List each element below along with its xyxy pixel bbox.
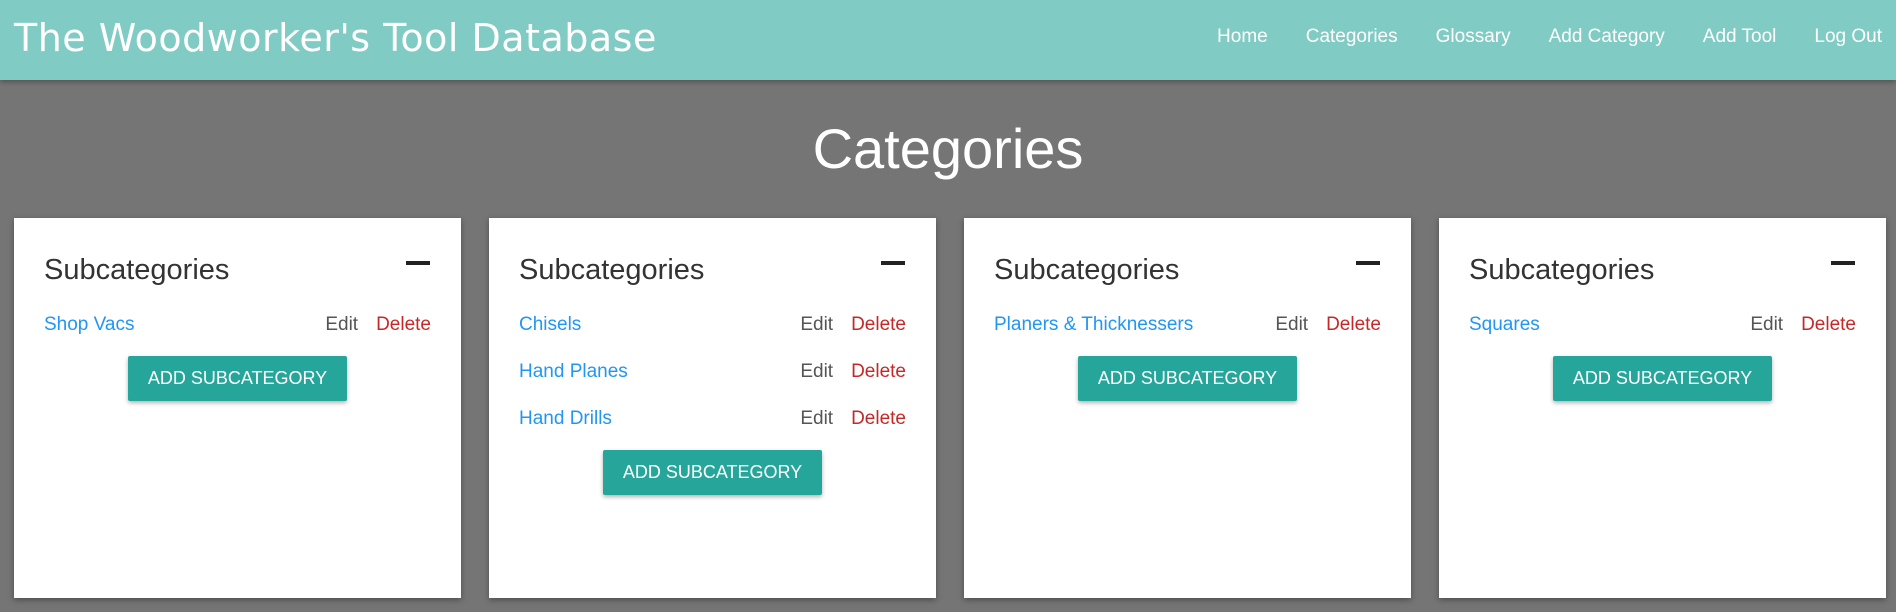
- subcategory-row: Planers & Thicknessers Edit Delete: [994, 301, 1381, 348]
- category-card: Subcategories Chisels Edit Delete Hand P…: [489, 218, 936, 598]
- subcategory-link[interactable]: Shop Vacs: [44, 314, 325, 336]
- card-title: Subcategories: [1469, 254, 1655, 286]
- delete-link[interactable]: Delete: [1326, 314, 1381, 336]
- edit-link[interactable]: Edit: [1275, 314, 1308, 336]
- card-title: Subcategories: [519, 254, 705, 286]
- minus-icon[interactable]: [881, 261, 905, 265]
- nav-glossary[interactable]: Glossary: [1436, 26, 1511, 48]
- edit-link[interactable]: Edit: [1750, 314, 1783, 336]
- subcategory-link[interactable]: Planers & Thicknessers: [994, 314, 1275, 336]
- delete-link[interactable]: Delete: [376, 314, 431, 336]
- subcategory-row: Hand Drills Edit Delete: [519, 395, 906, 442]
- subcategory-row: Hand Planes Edit Delete: [519, 348, 906, 395]
- delete-link[interactable]: Delete: [851, 408, 906, 430]
- add-subcategory-button[interactable]: ADD SUBCATEGORY: [1077, 356, 1298, 401]
- category-card: Subcategories Shop Vacs Edit Delete ADD …: [14, 218, 461, 598]
- subcategory-link[interactable]: Hand Planes: [519, 361, 800, 383]
- subcategory-list: Shop Vacs Edit Delete: [44, 301, 431, 348]
- edit-link[interactable]: Edit: [325, 314, 358, 336]
- minus-icon[interactable]: [1831, 261, 1855, 265]
- subcategory-row: Chisels Edit Delete: [519, 301, 906, 348]
- nav-log-out[interactable]: Log Out: [1814, 26, 1882, 48]
- subcategory-list: Planers & Thicknessers Edit Delete: [994, 301, 1381, 348]
- nav-links: Home Categories Glossary Add Category Ad…: [1179, 26, 1882, 48]
- edit-link[interactable]: Edit: [800, 361, 833, 383]
- nav-home[interactable]: Home: [1217, 26, 1268, 48]
- delete-link[interactable]: Delete: [851, 314, 906, 336]
- category-card: Subcategories Squares Edit Delete ADD SU…: [1439, 218, 1886, 598]
- card-title: Subcategories: [44, 254, 230, 286]
- subcategory-list: Chisels Edit Delete Hand Planes Edit Del…: [519, 301, 906, 442]
- card-list: Subcategories Shop Vacs Edit Delete ADD …: [14, 218, 1886, 598]
- subcategory-list: Squares Edit Delete: [1469, 301, 1856, 348]
- delete-link[interactable]: Delete: [1801, 314, 1856, 336]
- subcategory-link[interactable]: Squares: [1469, 314, 1750, 336]
- subcategory-link[interactable]: Hand Drills: [519, 408, 800, 430]
- delete-link[interactable]: Delete: [851, 361, 906, 383]
- edit-link[interactable]: Edit: [800, 314, 833, 336]
- subcategory-link[interactable]: Chisels: [519, 314, 800, 336]
- minus-icon[interactable]: [1356, 261, 1380, 265]
- subcategory-row: Shop Vacs Edit Delete: [44, 301, 431, 348]
- category-card: Subcategories Planers & Thicknessers Edi…: [964, 218, 1411, 598]
- edit-link[interactable]: Edit: [800, 408, 833, 430]
- brand-title[interactable]: The Woodworker's Tool Database: [14, 16, 657, 60]
- add-subcategory-button[interactable]: ADD SUBCATEGORY: [602, 450, 823, 495]
- subcategory-row: Squares Edit Delete: [1469, 301, 1856, 348]
- add-subcategory-button[interactable]: ADD SUBCATEGORY: [1552, 356, 1773, 401]
- nav-categories[interactable]: Categories: [1306, 26, 1398, 48]
- add-subcategory-button[interactable]: ADD SUBCATEGORY: [127, 356, 348, 401]
- nav-add-tool[interactable]: Add Tool: [1703, 26, 1777, 48]
- navbar: The Woodworker's Tool Database Home Cate…: [0, 0, 1896, 80]
- card-title: Subcategories: [994, 254, 1180, 286]
- nav-add-category[interactable]: Add Category: [1549, 26, 1665, 48]
- minus-icon[interactable]: [406, 261, 430, 265]
- page-title: Categories: [812, 117, 1084, 180]
